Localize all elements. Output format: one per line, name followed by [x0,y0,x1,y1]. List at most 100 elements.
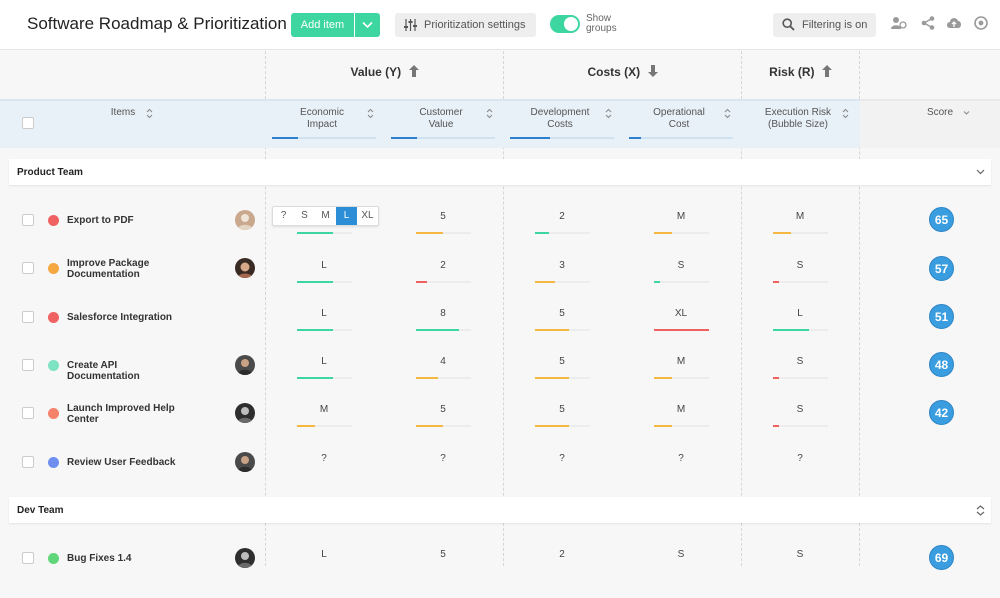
dev-cost-cell[interactable]: 5 [532,404,592,415]
size-option-l[interactable]: L [336,207,357,225]
chevron-down-icon[interactable] [963,110,970,116]
dev-cost-cell[interactable]: 5 [532,308,592,319]
dev-cost-cell[interactable]: 3 [532,260,592,271]
filter-button[interactable]: Filtering is on [773,13,876,37]
avatar[interactable] [235,403,255,423]
sort-icon[interactable] [605,108,612,119]
row-checkbox[interactable] [22,262,34,274]
row-checkbox[interactable] [22,407,34,419]
size-option-xl[interactable]: XL [357,207,378,225]
settings-circle-icon[interactable] [974,16,988,30]
chevron-updown-icon[interactable] [976,505,985,516]
sort-icon[interactable] [842,108,849,119]
item-name[interactable]: Bug Fixes 1.4 [67,553,187,564]
customer-value-cell[interactable]: 5 [413,404,473,415]
dev-cost-cell[interactable]: 5 [532,356,592,367]
avatar[interactable] [235,452,255,472]
users-icon[interactable] [891,16,907,30]
development-costs-header[interactable]: Development Costs [525,107,595,131]
prioritization-settings-button[interactable]: Prioritization settings [395,13,536,37]
score-header[interactable]: Score [915,107,965,119]
oper-cost-cell[interactable]: S [651,260,711,271]
avatar[interactable] [235,210,255,230]
group-header-dev-team[interactable]: Dev Team [9,497,991,523]
share-icon[interactable] [921,16,935,30]
dev-cost-cell[interactable]: 2 [532,211,592,222]
execution-risk-header[interactable]: Execution Risk (Bubble Size) [756,107,840,131]
operational-cost-header[interactable]: Operational Cost [644,107,714,131]
item-name[interactable]: Salesforce Integration [67,312,187,323]
economic-cell[interactable]: M [294,404,354,415]
risk-cell[interactable]: S [770,260,830,271]
oper-cost-cell[interactable]: M [651,211,711,222]
economic-cell[interactable]: L [294,308,354,319]
risk-cell[interactable]: S [770,404,830,415]
table-row[interactable]: Export to PDF [0,214,1000,260]
row-checkbox[interactable] [22,456,34,468]
cloud-upload-icon[interactable] [946,16,962,30]
customer-value-cell[interactable]: 5 [413,549,473,560]
items-column-header[interactable]: Items [95,107,151,119]
dev-cost-cell[interactable]: ? [532,453,592,464]
oper-cost-cell[interactable]: S [651,549,711,560]
table-row[interactable]: Launch Improved Help Center [0,407,1000,453]
table-row[interactable]: Improve Package Documentation [0,262,1000,308]
item-name[interactable]: Review User Feedback [67,457,187,468]
customer-value-cell[interactable]: 4 [413,356,473,367]
economic-cell[interactable]: L [294,260,354,271]
economic-cell[interactable]: ? [294,453,354,464]
customer-value-cell[interactable]: 2 [413,260,473,271]
sort-icon[interactable] [724,108,731,119]
select-all-checkbox[interactable] [22,117,34,129]
group-name: Dev Team [17,505,64,516]
item-name[interactable]: Export to PDF [67,215,187,226]
risk-cell[interactable]: ? [770,453,830,464]
avatar[interactable] [235,355,255,375]
table-row[interactable]: Bug Fixes 1.4 [0,552,1000,598]
add-item-button[interactable]: Add item [291,13,354,37]
oper-cost-cell[interactable]: M [651,356,711,367]
sort-icon[interactable] [146,108,153,119]
table-row[interactable]: Review User Feedback [0,456,1000,502]
add-item-dropdown-button[interactable] [355,13,380,37]
customer-value-cell[interactable]: ? [413,453,473,464]
group-header-product-team[interactable]: Product Team [9,159,991,185]
risk-cell[interactable]: S [770,549,830,560]
risk-cell[interactable]: S [770,356,830,367]
customer-value-cell[interactable]: 8 [413,308,473,319]
size-option-m[interactable]: M [315,207,336,225]
table-row[interactable]: Create API Documentation [0,359,1000,405]
item-name[interactable]: Launch Improved Help Center [67,403,187,425]
item-name[interactable]: Create API Documentation [67,360,187,382]
size-option-s[interactable]: S [294,207,315,225]
dev-cost-cell[interactable]: 2 [532,549,592,560]
row-checkbox[interactable] [22,552,34,564]
avatar[interactable] [235,548,255,568]
size-option-unknown[interactable]: ? [273,207,294,225]
oper-cost-cell[interactable]: XL [651,308,711,319]
row-checkbox[interactable] [22,359,34,371]
sort-icon[interactable] [486,108,493,119]
oper-cost-cell[interactable]: M [651,404,711,415]
customer-value-header[interactable]: Customer Value [406,107,476,131]
costs-group-header[interactable]: Costs (X) [504,51,741,98]
item-name[interactable]: Improve Package Documentation [67,258,187,280]
sort-icon[interactable] [367,108,374,119]
table-row[interactable]: Salesforce Integration [0,311,1000,357]
row-checkbox[interactable] [22,214,34,226]
customer-value-cell[interactable]: 5 [413,211,473,222]
risk-cell[interactable]: M [770,211,830,222]
chevron-down-icon[interactable] [976,167,985,176]
value-group-header[interactable]: Value (Y) [266,51,503,98]
risk-group-header[interactable]: Risk (R) [742,51,859,98]
size-selector[interactable]: ? S M L XL [272,206,379,226]
row-checkbox[interactable] [22,311,34,323]
score-badge: 48 [929,352,954,377]
oper-cost-cell[interactable]: ? [651,453,711,464]
avatar[interactable] [235,258,255,278]
economic-cell[interactable]: L [294,356,354,367]
show-groups-toggle[interactable] [550,15,580,33]
risk-cell[interactable]: L [770,308,830,319]
economic-cell[interactable]: L [294,549,354,560]
economic-impact-header[interactable]: Economic Impact [287,107,357,131]
